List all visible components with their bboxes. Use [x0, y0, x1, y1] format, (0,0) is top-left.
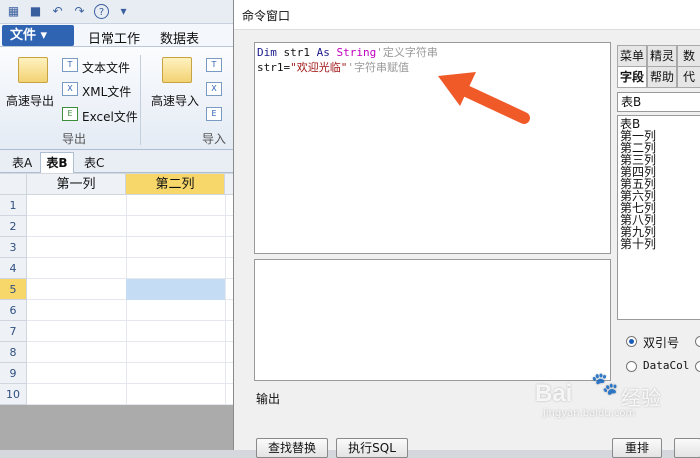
paw-icon: 🐾	[591, 372, 619, 397]
field-list[interactable]: 表B 第一列 第二列 第三列 第四列 第五列 第六列 第七列 第八列 第九列 第十列	[617, 115, 700, 320]
export-text-file[interactable]: 文本文件	[82, 59, 130, 76]
column-header-1[interactable]: 第一列	[27, 174, 126, 195]
code-line-1: Dim str1 As String'定义字符串	[257, 45, 608, 60]
datacol-radio[interactable]	[626, 361, 637, 372]
reset-button[interactable]: 重排	[612, 438, 662, 458]
code-comment: '定义字符串	[376, 46, 438, 59]
fast-export-button[interactable]: 高速导出	[6, 92, 54, 109]
quick-access-toolbar: ▦ ■ ↶ ↷ ? ▾	[0, 0, 235, 24]
grid-corner[interactable]	[0, 174, 27, 195]
tab-menu[interactable]: 菜单	[617, 45, 647, 67]
table-row[interactable]	[27, 342, 235, 363]
menu-daily-work[interactable]: 日常工作	[88, 28, 140, 47]
option-radio[interactable]	[695, 336, 700, 347]
menu-data-table[interactable]: 数据表	[160, 28, 199, 47]
fast-export-icon	[18, 57, 48, 83]
find-replace-button[interactable]: 查找替换	[256, 438, 328, 458]
file-menu-button[interactable]: 文件 ▾	[2, 25, 74, 46]
excel-file-icon: E	[62, 107, 78, 121]
output-label: 输出	[256, 392, 281, 406]
datacol-label: DataCol	[643, 359, 690, 372]
table-row[interactable]	[27, 258, 235, 279]
command-window-title: 命令窗口	[242, 9, 291, 23]
help-icon[interactable]: ?	[94, 4, 109, 19]
execute-sql-button[interactable]: 执行SQL	[336, 438, 408, 458]
ribbon: 高速导出 T 文本文件 X XML文件 E Excel文件 导出 高速导入 T …	[0, 47, 235, 150]
export-group-label: 导出	[62, 132, 87, 146]
code-keyword: Dim	[257, 46, 277, 59]
table-row[interactable]	[27, 321, 235, 342]
row-header[interactable]: 9	[0, 363, 27, 384]
code-identifier: str1	[276, 46, 317, 59]
row-header[interactable]: 3	[0, 237, 27, 258]
import-group-label: 导入	[202, 132, 227, 146]
table-row[interactable]	[27, 384, 235, 405]
command-window-titlebar[interactable]: 命令窗口	[234, 0, 700, 30]
extra-button[interactable]	[674, 438, 700, 458]
fast-import-icon	[162, 57, 192, 83]
undo-icon[interactable]: ↶	[50, 4, 65, 19]
redo-icon[interactable]: ↷	[72, 4, 87, 19]
double-quote-radio[interactable]	[626, 336, 637, 347]
table-row[interactable]	[27, 300, 235, 321]
red-arrow-annotation	[438, 72, 530, 124]
tab-table-a[interactable]: 表A	[12, 154, 32, 171]
row-header[interactable]: 2	[0, 216, 27, 237]
grid-empty-area	[0, 405, 235, 450]
dropdown-icon[interactable]: ▾	[116, 4, 131, 19]
tab-fields[interactable]: 字段	[617, 66, 647, 88]
row-header[interactable]: 8	[0, 342, 27, 363]
code-string: "欢迎光临"	[290, 61, 348, 74]
watermark-brand: Bai	[535, 380, 573, 407]
option-radio[interactable]	[695, 361, 700, 372]
baidu-watermark: Bai 🐾 经验 jingyan.baidu.com	[535, 372, 700, 420]
menu-bar: 文件 ▾ 日常工作 数据表	[0, 24, 235, 47]
tab-table-c[interactable]: 表C	[84, 154, 104, 171]
tab-code[interactable]: 代码	[677, 66, 700, 88]
table-row[interactable]	[27, 237, 235, 258]
code-keyword: As	[316, 46, 330, 59]
save-icon[interactable]: ■	[28, 4, 43, 19]
row-header[interactable]: 10	[0, 384, 27, 405]
field-list-item[interactable]: 第十列	[620, 238, 698, 250]
row-header[interactable]: 5	[0, 279, 27, 300]
sheet-tabs: 表A 表B 表C	[0, 150, 235, 173]
import-xml-icon: X	[206, 82, 222, 96]
app-icon: ▦	[7, 4, 20, 18]
row-header[interactable]: 1	[0, 195, 27, 216]
table-row[interactable]	[27, 195, 235, 216]
tab-wizard[interactable]: 精灵	[647, 45, 677, 67]
xml-file-icon: X	[62, 82, 78, 96]
code-comment: '字符串赋值	[347, 61, 409, 74]
tab-data[interactable]: 数据	[677, 45, 700, 67]
watermark-url: jingyan.baidu.com	[543, 408, 636, 419]
row-header[interactable]: 4	[0, 258, 27, 279]
tab-table-b[interactable]: 表B	[40, 152, 74, 173]
fast-import-button[interactable]: 高速导入	[151, 92, 199, 109]
table-row[interactable]	[27, 216, 235, 237]
export-xml-file[interactable]: XML文件	[82, 83, 131, 100]
table-select[interactable]: 表B	[617, 92, 700, 112]
import-text-icon: T	[206, 58, 222, 72]
column-header-2[interactable]: 第二列	[126, 174, 225, 195]
import-other-icon: E	[206, 107, 222, 121]
tab-help[interactable]: 帮助	[647, 66, 677, 88]
table-row[interactable]	[27, 363, 235, 384]
double-quote-label: 双引号	[643, 336, 680, 350]
export-excel-file[interactable]: Excel文件	[82, 108, 138, 125]
code-type: String	[329, 46, 377, 59]
code-assignment: str1=	[257, 61, 291, 74]
output-area[interactable]	[254, 259, 611, 381]
selected-cell[interactable]	[126, 279, 225, 300]
row-header[interactable]: 6	[0, 300, 27, 321]
text-file-icon: T	[62, 58, 78, 72]
watermark-brand-2: 经验	[621, 386, 661, 410]
row-header[interactable]: 7	[0, 321, 27, 342]
ribbon-divider	[140, 55, 141, 145]
